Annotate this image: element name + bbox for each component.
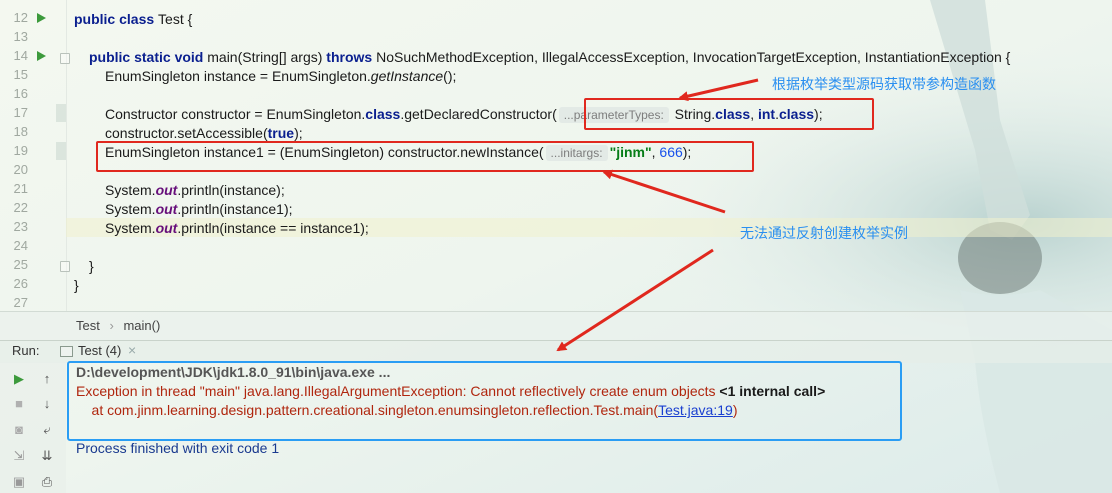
breadcrumb-item-class[interactable]: Test: [76, 318, 100, 333]
code-line-12: public class Test {: [74, 11, 193, 27]
code-line-23: System.out.println(instance == instance1…: [105, 220, 369, 236]
config-icon: [60, 346, 73, 357]
annotation-text-top: 根据枚举类型源码获取带参构造函数: [772, 76, 996, 92]
code-line-25: }: [89, 258, 94, 274]
code-line-15: EnumSingleton instance = EnumSingleton.g…: [105, 68, 457, 84]
annotation-text-middle: 无法通过反射创建枚举实例: [740, 225, 908, 241]
code-line-21: System.out.println(instance);: [105, 182, 285, 198]
annotation-box-exception: [67, 361, 902, 441]
annotation-box-parameter-types: [584, 98, 874, 130]
code-line-14: public static void main(String[] args) t…: [89, 49, 1011, 65]
code-line-22: System.out.println(instance1);: [105, 201, 293, 217]
run-label: Run:: [12, 343, 40, 358]
tab-run-config[interactable]: Test (4): [78, 343, 121, 358]
code-line-26: }: [74, 277, 79, 293]
console-exit-line: Process finished with exit code 1: [76, 440, 280, 456]
breadcrumb: Test › main(): [76, 318, 166, 333]
breadcrumb-separator-icon: ›: [109, 318, 114, 333]
breadcrumb-item-method[interactable]: main(): [123, 318, 160, 333]
run-tool-header: Run: Test (4) ×: [0, 340, 1112, 362]
close-tab-icon[interactable]: ×: [128, 342, 136, 358]
annotation-box-new-instance: [96, 141, 754, 172]
